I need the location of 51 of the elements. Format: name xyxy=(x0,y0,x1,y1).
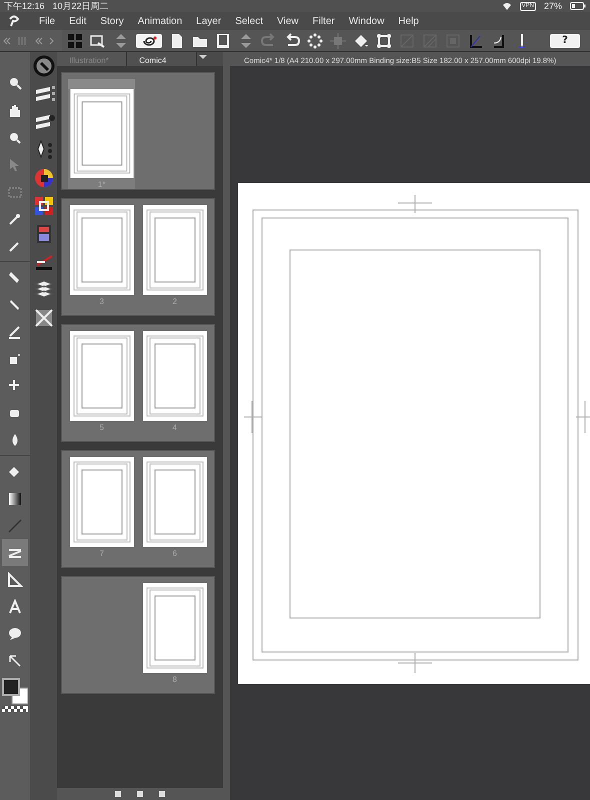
magnifier-icon xyxy=(7,76,23,92)
menu-item[interactable]: File xyxy=(32,16,62,26)
help-button[interactable]: ? xyxy=(550,34,580,48)
gradient-icon xyxy=(7,490,23,506)
dial-icon[interactable] xyxy=(32,55,55,77)
status-date: 10月22日周二 xyxy=(52,0,109,12)
ruler-icon[interactable] xyxy=(468,32,484,48)
grid-icon[interactable] xyxy=(67,32,83,48)
triangle-ruler-icon xyxy=(7,572,23,588)
status-time: 下午12:16 xyxy=(4,0,45,12)
brush-icon xyxy=(7,324,23,340)
page-number: 4 xyxy=(172,423,177,432)
text-tool-icon xyxy=(7,598,23,614)
page-number: 2 xyxy=(172,297,177,306)
menu-item[interactable]: Layer xyxy=(189,16,228,26)
battery-icon xyxy=(570,2,586,10)
wifi-icon xyxy=(502,2,512,10)
frame-icon[interactable] xyxy=(376,32,392,48)
redo-icon[interactable] xyxy=(284,32,300,48)
material-icon[interactable] xyxy=(32,307,55,329)
menu-item[interactable]: Window xyxy=(342,16,392,26)
panel-tab[interactable]: Comic4 xyxy=(127,52,198,66)
battery-percent: 27% xyxy=(544,1,562,11)
page-number: 6 xyxy=(172,549,177,558)
correct-line-icon xyxy=(7,652,23,668)
hand-icon xyxy=(7,102,23,118)
page-icon[interactable] xyxy=(169,32,185,48)
dots-icon[interactable] xyxy=(307,32,323,48)
menu-item[interactable]: Story xyxy=(93,16,131,26)
page-number: 8 xyxy=(172,675,177,684)
line-icon xyxy=(7,518,23,534)
spiral-button[interactable] xyxy=(136,34,162,48)
app-logo-icon[interactable] xyxy=(8,15,20,27)
window-icon[interactable] xyxy=(90,32,106,48)
menu-item[interactable]: Filter xyxy=(305,16,342,26)
menu-item[interactable]: Help xyxy=(391,16,426,26)
menu-item[interactable]: Animation xyxy=(130,16,190,26)
menu-item[interactable]: Select xyxy=(228,16,270,26)
fill-icon[interactable] xyxy=(353,32,369,48)
menu-item[interactable]: Edit xyxy=(62,16,94,26)
page-number: 5 xyxy=(99,423,104,432)
color-swatches-icon[interactable] xyxy=(2,678,28,712)
spiral-icon xyxy=(141,36,157,46)
book-icon[interactable] xyxy=(215,32,231,48)
color-set-icon[interactable] xyxy=(32,195,55,217)
color-wheel-icon[interactable] xyxy=(32,167,55,189)
page-number: 7 xyxy=(99,549,104,558)
page-number: 3 xyxy=(99,297,104,306)
menu-item[interactable]: View xyxy=(270,16,306,26)
balloon-icon xyxy=(7,626,23,642)
ruler-curve-icon[interactable] xyxy=(491,32,507,48)
